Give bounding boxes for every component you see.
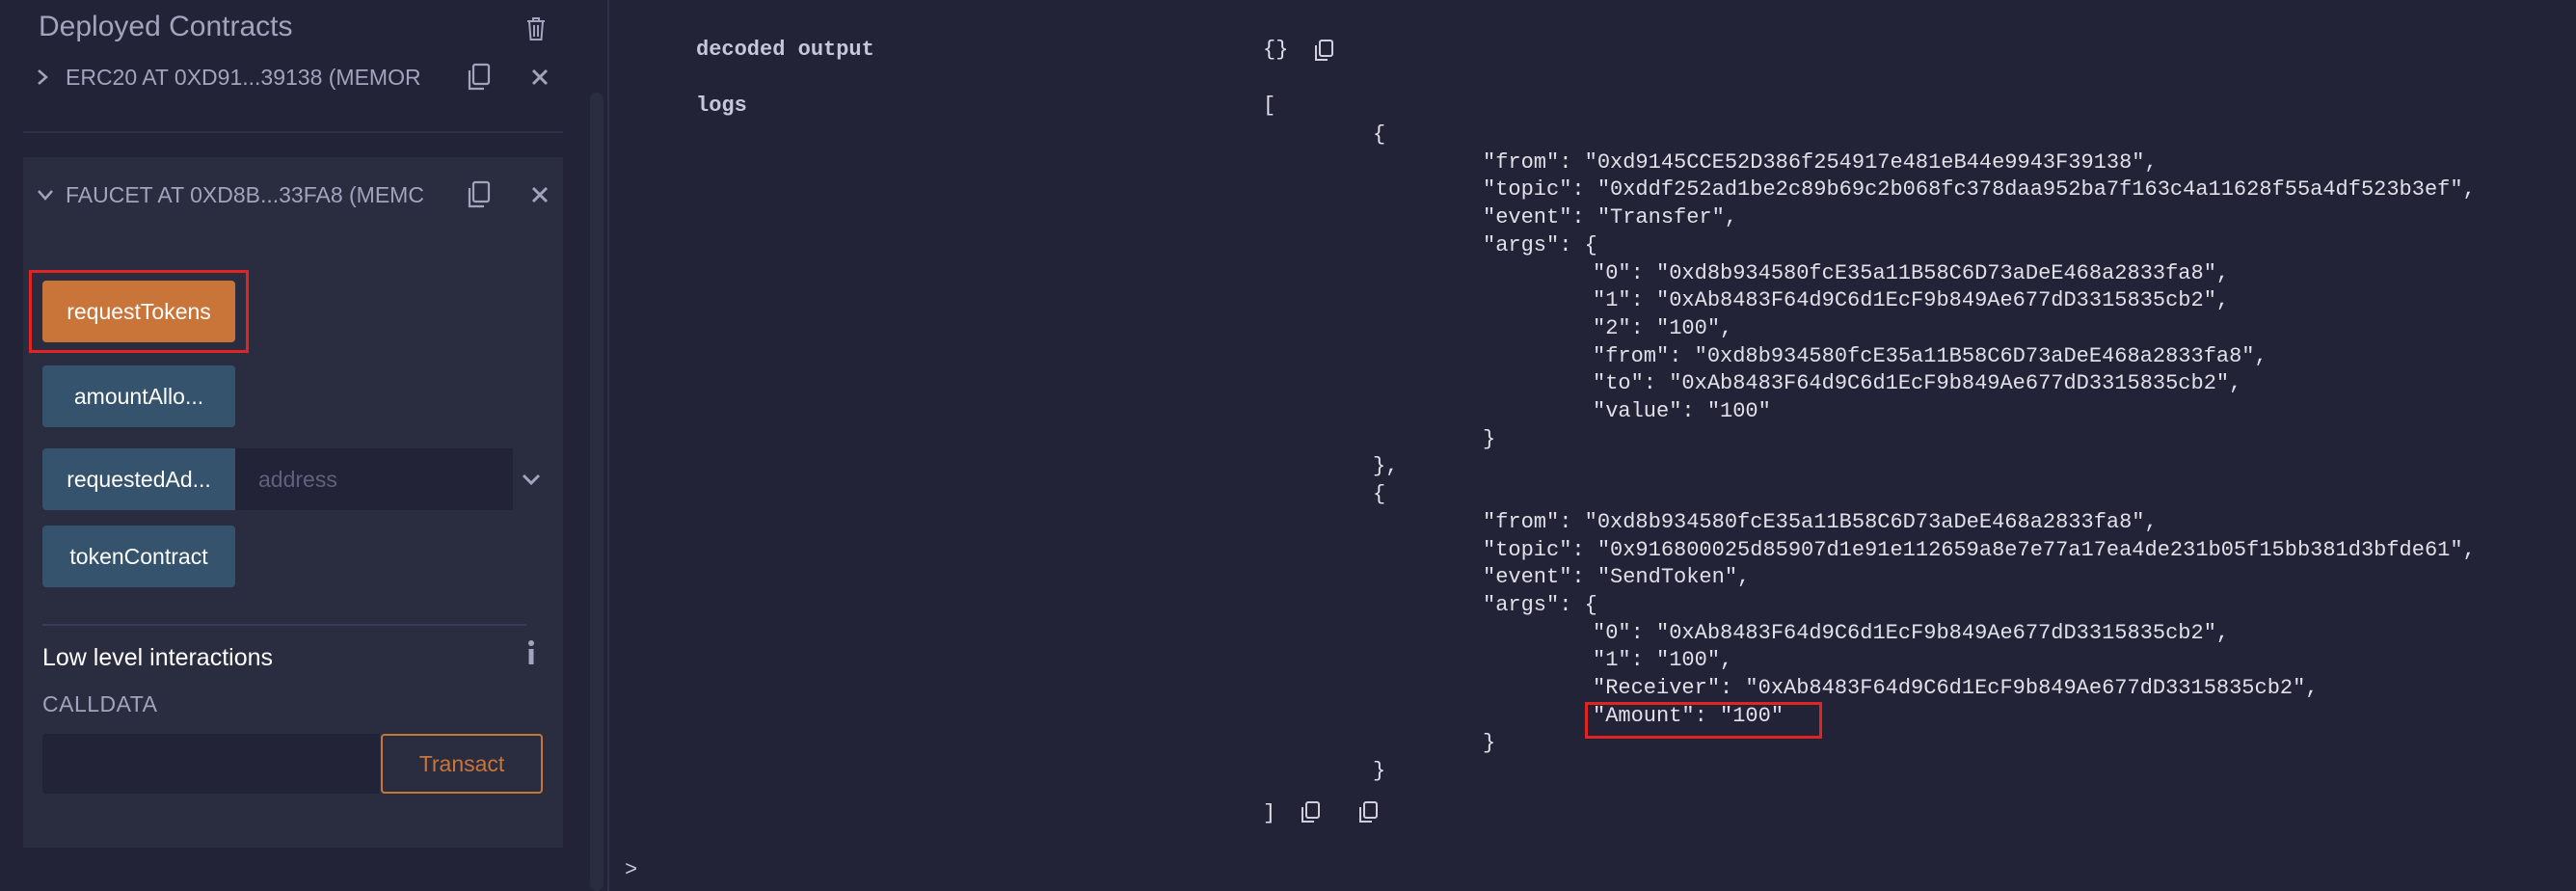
calldata-label: CALLDATA: [42, 691, 158, 716]
log-line: "Receiver": "0xAb8483F64d9C6d1EcF9b849Ae…: [1593, 676, 2319, 700]
log-line: "args": {: [1483, 592, 1597, 617]
request-tokens-button[interactable]: requestTokens: [42, 281, 235, 342]
log-line: "0": "0xd8b934580fcE35a11B58C6D73aDeE468…: [1593, 260, 2230, 285]
close-icon[interactable]: [526, 181, 553, 208]
log-line: "1": "0xAb8483F64d9C6d1EcF9b849Ae677dD33…: [1593, 288, 2230, 313]
address-input[interactable]: address: [235, 448, 513, 510]
log-line: "0": "0xAb8483F64d9C6d1EcF9b849Ae677dD33…: [1593, 620, 2230, 645]
log-line: "topic": "0x916800025d85907d1e91e112659a…: [1483, 537, 2476, 562]
copy-icon[interactable]: [463, 61, 494, 94]
copy-icon[interactable]: [1311, 37, 1336, 64]
deployed-contracts-title: Deployed Contracts: [39, 11, 293, 42]
transact-button[interactable]: Transact: [381, 734, 543, 794]
log-line: "event": "SendToken",: [1483, 565, 1751, 590]
log-line: "value": "100": [1593, 399, 1771, 423]
chevron-right-icon[interactable]: [37, 68, 54, 86]
amount-allowed-button[interactable]: amountAllo...: [42, 365, 235, 427]
token-contract-button[interactable]: tokenContract: [42, 526, 235, 587]
requested-address-button[interactable]: requestedAd...: [42, 448, 235, 510]
low-level-title: Low level interactions: [42, 644, 274, 671]
highlight-box: [1585, 702, 1822, 739]
log-line: },: [1373, 454, 1399, 479]
logs-label: logs: [696, 94, 747, 118]
close-icon[interactable]: [526, 64, 553, 91]
info-icon[interactable]: [521, 638, 542, 667]
log-line: "event": "Transfer",: [1483, 205, 1738, 230]
log-line: {: [1373, 122, 1386, 147]
contract-faucet[interactable]: FAUCET AT 0XD8B...33FA8 (MEMC: [37, 177, 461, 212]
chevron-down-icon[interactable]: [519, 467, 544, 492]
copy-icon[interactable]: [463, 178, 494, 211]
log-line: "from": "0xd9145CCE52D386f254917e481eB44…: [1483, 149, 2158, 175]
log-line: "args": {: [1483, 232, 1597, 257]
calldata-input[interactable]: [42, 734, 380, 794]
log-line: }: [1483, 731, 1496, 756]
copy-icon[interactable]: [1298, 798, 1323, 825]
trash-icon[interactable]: [521, 14, 551, 44]
terminal-output: decoded output {} logs [ { "from": "0xd91…: [609, 0, 2576, 891]
scrollbar-thumb[interactable]: [590, 93, 604, 891]
log-line: "2": "100",: [1593, 315, 1733, 340]
log-line: {: [1373, 482, 1386, 507]
decoded-output-label: decoded output: [696, 38, 874, 62]
decoded-output-value: {}: [1263, 38, 1289, 62]
log-line: "from": "0xd8b934580fcE35a11B58C6D73aDeE…: [1483, 509, 2158, 534]
terminal-prompt[interactable]: >: [625, 858, 637, 882]
log-line: }: [1373, 759, 1386, 784]
deployed-contracts-panel: Deployed Contracts ERC20 AT 0XD91...3913…: [0, 0, 609, 891]
chevron-down-icon[interactable]: [37, 189, 54, 201]
log-line: "to": "0xAb8483F64d9C6d1EcF9b849Ae677dD3…: [1593, 371, 2242, 396]
copy-icon[interactable]: [1355, 798, 1381, 825]
log-line: }: [1483, 426, 1496, 451]
divider: [42, 624, 526, 626]
logs-open-bracket: [: [1263, 94, 1276, 118]
log-line: "topic": "0xddf252ad1be2c89b69c2b068fc37…: [1483, 177, 2476, 202]
divider: [23, 131, 563, 133]
contract-label: FAUCET AT 0XD8B...33FA8 (MEMC: [66, 181, 424, 207]
contract-erc20[interactable]: ERC20 AT 0XD91...39138 (MEMOR: [37, 60, 467, 94]
contract-label: ERC20 AT 0XD91...39138 (MEMOR: [66, 64, 421, 90]
logs-close-bracket: ]: [1263, 801, 1276, 825]
log-line: "from": "0xd8b934580fcE35a11B58C6D73aDeE…: [1593, 343, 2267, 368]
log-line: "1": "100",: [1593, 648, 1733, 673]
